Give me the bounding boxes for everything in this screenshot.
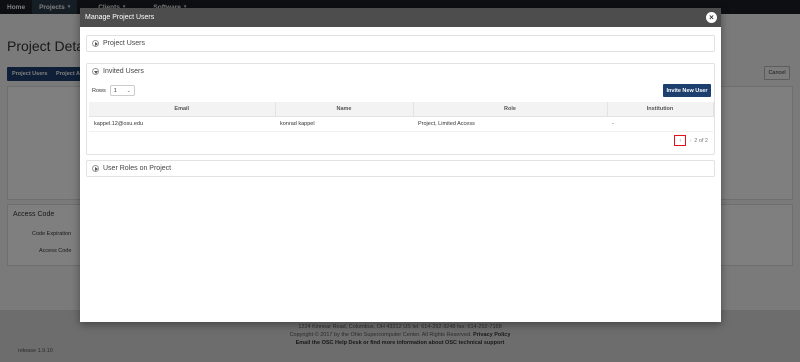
expand-arrow-icon [92,40,99,47]
column-header-name[interactable]: Name [275,102,414,117]
project-users-section: Project Users [86,35,715,52]
modal-title: Manage Project Users [85,14,155,21]
column-header-email[interactable]: Email [89,102,276,117]
cell-name: konrad kappel [275,116,413,132]
user-roles-label: User Roles on Project [103,165,172,172]
invited-users-table: Email Name Role Institution kappel.12@os… [89,102,714,132]
column-header-role[interactable]: Role [413,102,608,117]
manage-project-users-modal: Manage Project Users × Project Users Inv… [80,8,721,322]
cell-role: Project, Limited Access [413,116,607,132]
project-users-label: Project Users [103,40,146,47]
cell-email: kappel.12@osu.edu [89,116,275,132]
collapse-arrow-icon [92,68,99,75]
invited-users-toggle[interactable]: Invited Users [87,64,714,79]
table-header-row: Email Name Role Institution [89,102,714,117]
user-roles-section: User Roles on Project [86,160,715,177]
cell-institution: - [607,116,713,132]
page-indicator: 2 of 2 [694,137,708,144]
chevron-right-icon[interactable]: › [689,138,691,144]
expand-arrow-icon [92,165,99,172]
invite-new-user-button[interactable]: Invite New User [663,84,711,97]
user-roles-toggle[interactable]: User Roles on Project [87,161,714,176]
rows-label: Rows [92,87,106,94]
modal-header: Manage Project Users × [80,8,721,27]
chevron-left-icon[interactable]: ‹ [674,135,687,146]
rows-select[interactable]: 1 ⌄ [109,85,135,96]
project-users-toggle[interactable]: Project Users [87,36,714,51]
invited-users-label: Invited Users [103,68,144,75]
close-icon[interactable]: × [706,12,717,23]
invited-users-section: Invited Users Rows 1 ⌄ Invite New User E… [86,63,715,155]
rows-control: Rows 1 ⌄ [92,85,135,96]
chevron-down-icon: ⌄ [126,87,131,94]
pager: ‹ › 2 of 2 [674,135,708,146]
column-header-institution[interactable]: Institution [607,102,714,117]
table-row[interactable]: kappel.12@osu.edu konrad kappel Project,… [89,116,713,132]
rows-value: 1 [113,87,117,94]
